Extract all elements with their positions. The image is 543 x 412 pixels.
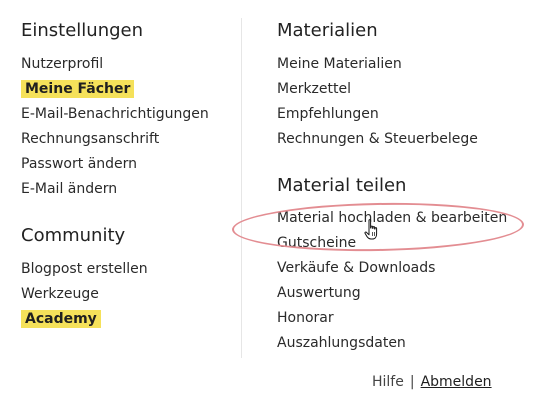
footer-separator: | <box>409 374 415 390</box>
menu-item-empfehlungen[interactable]: Empfehlungen <box>277 105 379 123</box>
menu-item-honorar[interactable]: Honorar <box>277 309 334 327</box>
community-heading: Community <box>21 225 126 246</box>
settings-heading: Einstellungen <box>21 20 144 41</box>
menu-item-academy[interactable]: Academy <box>21 310 101 328</box>
menu-item-passwort-aendern[interactable]: Passwort ändern <box>21 155 137 173</box>
menu-item-material-hochladen[interactable]: Material hochladen & bearbeiten <box>277 209 507 227</box>
menu-item-werkzeuge[interactable]: Werkzeuge <box>21 285 99 303</box>
help-link[interactable]: Hilfe <box>372 374 404 390</box>
menu-item-rechnungen-steuerbelege[interactable]: Rechnungen & Steuerbelege <box>277 130 478 148</box>
menu-item-verkaeufe-downloads[interactable]: Verkäufe & Downloads <box>277 259 435 277</box>
footer-links: Hilfe | Abmelden <box>372 373 492 391</box>
logout-link[interactable]: Abmelden <box>421 374 492 390</box>
column-divider <box>241 18 242 358</box>
menu-item-email-aendern[interactable]: E-Mail ändern <box>21 180 117 198</box>
menu-item-meine-faecher[interactable]: Meine Fächer <box>21 80 135 98</box>
menu-item-merkzettel[interactable]: Merkzettel <box>277 80 351 98</box>
menu-item-gutscheine[interactable]: Gutscheine <box>277 234 356 252</box>
menu-item-email-benachrichtigungen[interactable]: E-Mail-Benachrichtigungen <box>21 105 209 123</box>
menu-item-auszahlungsdaten[interactable]: Auszahlungsdaten <box>277 334 406 352</box>
menu-item-blogpost-erstellen[interactable]: Blogpost erstellen <box>21 260 148 278</box>
menu-item-meine-materialien[interactable]: Meine Materialien <box>277 55 402 73</box>
menu-item-rechnungsanschrift[interactable]: Rechnungsanschrift <box>21 130 159 148</box>
menu-item-auswertung[interactable]: Auswertung <box>277 284 361 302</box>
share-heading: Material teilen <box>277 175 407 196</box>
menu-item-nutzerprofil[interactable]: Nutzerprofil <box>21 55 103 73</box>
materials-heading: Materialien <box>277 20 378 41</box>
